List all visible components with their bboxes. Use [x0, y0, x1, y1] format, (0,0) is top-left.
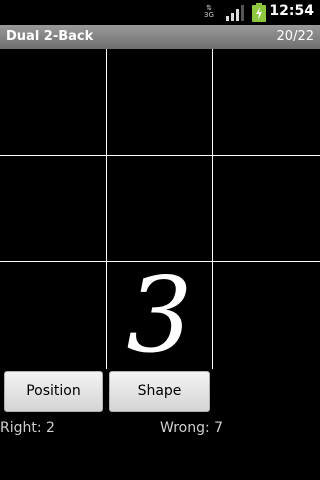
app-title: Dual 2-Back: [6, 29, 94, 44]
status-clock: 12:54: [269, 3, 314, 19]
stimulus-shape: 3: [126, 254, 193, 376]
battery-charging-icon: [252, 3, 266, 22]
grid-line-horizontal: [0, 155, 320, 156]
position-grid: 3: [0, 49, 320, 369]
app-screen: ⇅ 3G 12:54 Dual 2-Back 20/22 3 Position …: [0, 0, 320, 480]
grid-line-vertical: [212, 49, 213, 369]
wrong-count: Wrong: 7: [160, 420, 224, 436]
signal-icon: [226, 5, 244, 21]
right-count: Right: 2: [0, 420, 55, 436]
title-bar: Dual 2-Back 20/22: [0, 25, 320, 49]
network-type-label: 3G: [204, 11, 214, 19]
status-bar: ⇅ 3G 12:54: [0, 0, 320, 25]
position-match-button[interactable]: Position: [4, 371, 103, 412]
trial-progress: 20/22: [276, 29, 314, 44]
network-type-indicator: ⇅ 3G: [203, 5, 215, 19]
shape-match-button[interactable]: Shape: [109, 371, 210, 412]
